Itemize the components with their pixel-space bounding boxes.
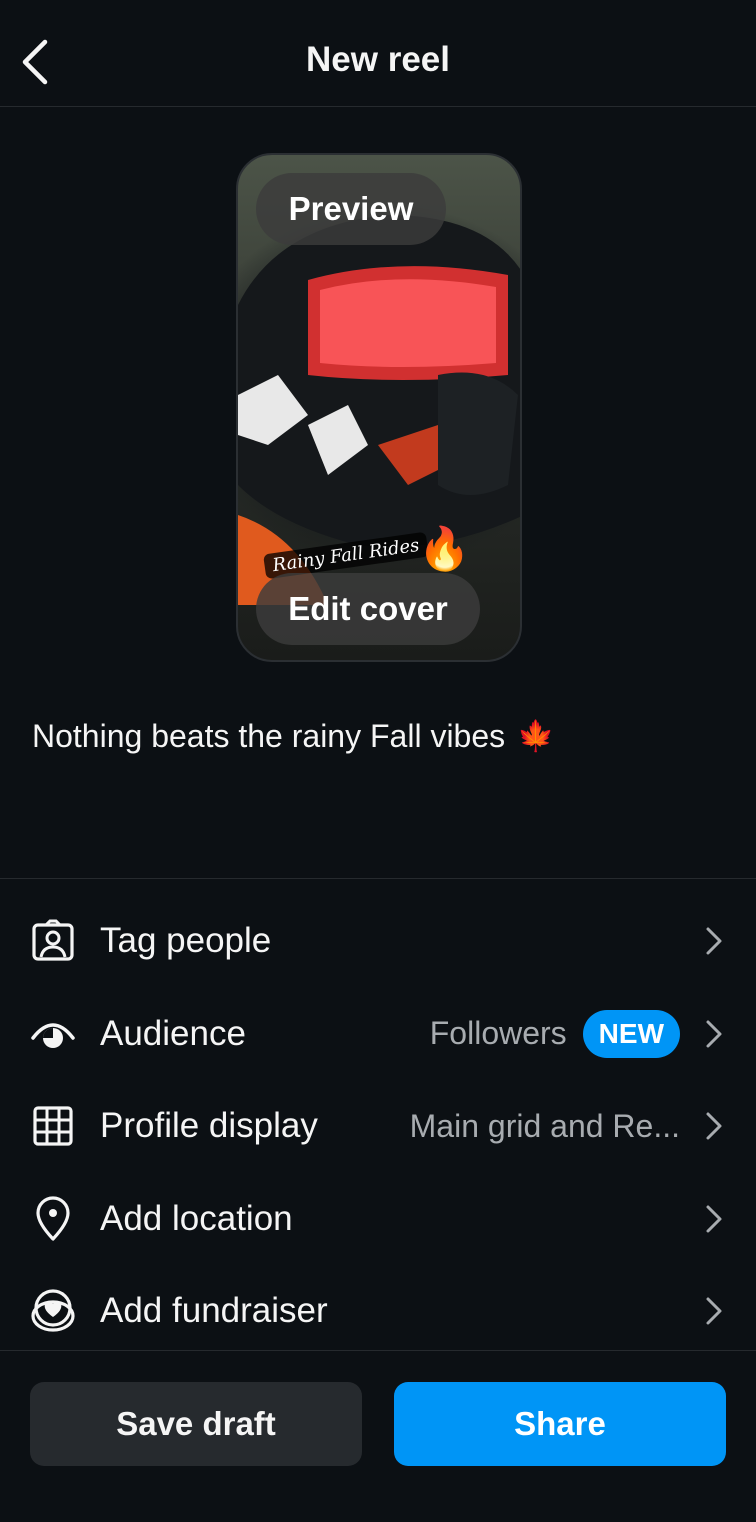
- chevron-right-icon: [706, 1112, 722, 1140]
- tag-person-icon: [30, 918, 76, 964]
- divider: [0, 878, 756, 879]
- fire-emoji: 🔥: [418, 525, 471, 572]
- options-menu: Tag people Audience Followers NEW Profil…: [0, 895, 756, 1358]
- save-draft-button[interactable]: Save draft: [30, 1382, 362, 1466]
- reel-preview-card[interactable]: Preview Rainy Fall Rides 🔥 Edit cover: [236, 153, 522, 662]
- new-badge: NEW: [582, 1009, 680, 1058]
- menu-item-add-location[interactable]: Add location: [0, 1173, 756, 1266]
- maple-leaf-emoji: 🍁: [517, 720, 555, 753]
- menu-item-label: Add fundraiser: [100, 1291, 328, 1331]
- preview-button[interactable]: Preview: [256, 173, 446, 245]
- edit-cover-button[interactable]: Edit cover: [256, 573, 480, 645]
- header: New reel: [0, 0, 756, 107]
- chevron-right-icon: [706, 1020, 722, 1048]
- chevron-right-icon: [706, 1297, 722, 1325]
- location-pin-icon: [30, 1196, 76, 1242]
- fundraiser-heart-icon: [30, 1288, 76, 1334]
- menu-item-tag-people[interactable]: Tag people: [0, 895, 756, 988]
- audience-value: Followers NEW: [429, 1009, 680, 1058]
- chevron-right-icon: [706, 927, 722, 955]
- share-button[interactable]: Share: [394, 1382, 726, 1466]
- audience-value-text: Followers: [429, 1015, 567, 1052]
- menu-item-label: Profile display: [100, 1106, 318, 1146]
- profile-display-value: Main grid and Re...: [409, 1107, 680, 1144]
- chevron-right-icon: [706, 1205, 722, 1233]
- menu-item-label: Add location: [100, 1198, 293, 1238]
- menu-item-add-fundraiser[interactable]: Add fundraiser: [0, 1265, 756, 1358]
- page-title: New reel: [306, 40, 450, 79]
- grid-icon: [30, 1103, 76, 1149]
- divider: [0, 1350, 756, 1351]
- menu-item-label: Audience: [100, 1013, 246, 1053]
- menu-item-label: Tag people: [100, 921, 272, 961]
- menu-item-audience[interactable]: Audience Followers NEW: [0, 988, 756, 1081]
- eye-icon: [30, 1011, 76, 1057]
- caption-field[interactable]: Nothing beats the rainy Fall vibes 🍁: [32, 718, 555, 755]
- caption-text: Nothing beats the rainy Fall vibes: [32, 718, 506, 754]
- menu-item-profile-display[interactable]: Profile display Main grid and Re...: [0, 1080, 756, 1173]
